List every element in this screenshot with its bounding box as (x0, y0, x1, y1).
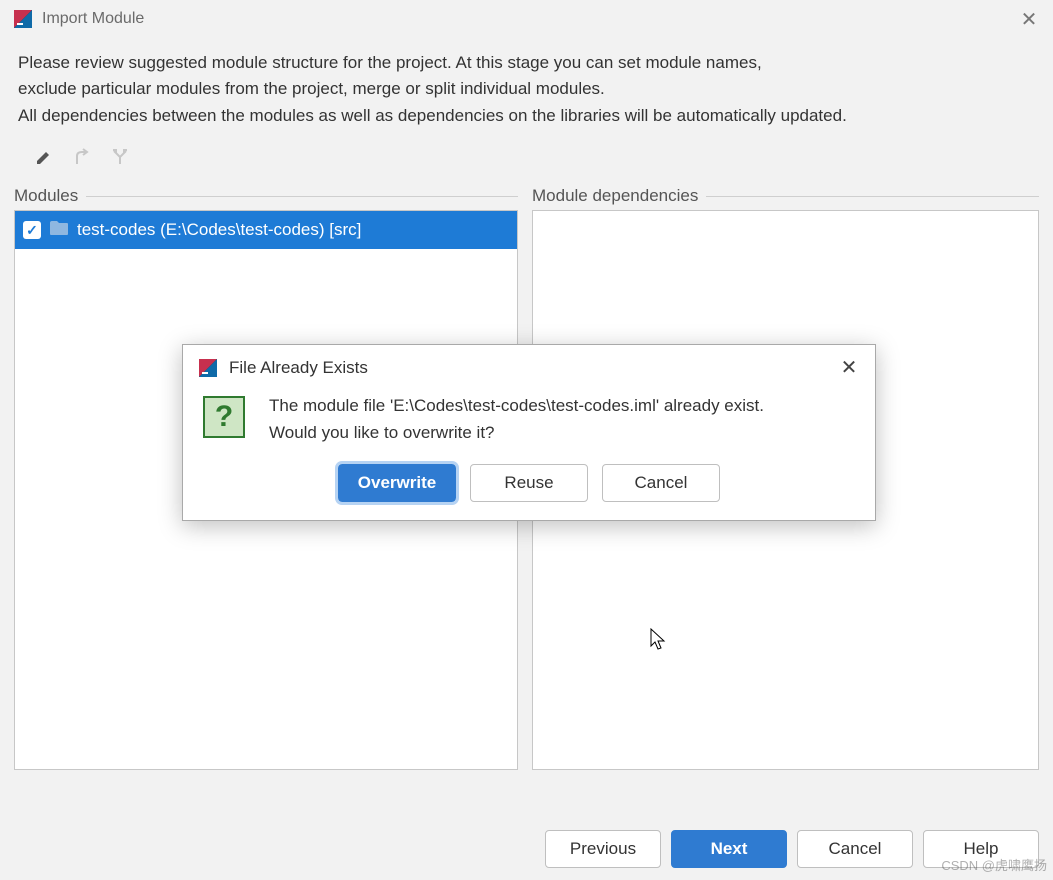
instructions: Please review suggested module structure… (0, 38, 1053, 139)
reuse-button[interactable]: Reuse (470, 464, 588, 502)
dialog-titlebar: File Already Exists ✕ (183, 345, 875, 386)
intellij-icon (12, 8, 34, 30)
cancel-button[interactable]: Cancel (797, 830, 913, 868)
close-icon[interactable]: ✕ (1017, 7, 1041, 32)
divider (86, 196, 518, 197)
edit-icon[interactable] (34, 147, 54, 172)
question-icon: ? (203, 396, 245, 438)
instruction-line: All dependencies between the modules as … (18, 103, 1035, 129)
module-label: test-codes (E:\Codes\test-codes) [src] (77, 220, 361, 240)
watermark: CSDN @虎啸鹰扬 (941, 855, 1047, 874)
titlebar: Import Module ✕ (0, 0, 1053, 38)
dialog-buttons: Overwrite Reuse Cancel (183, 460, 875, 520)
dialog-message-line: The module file 'E:\Codes\test-codes\tes… (269, 392, 764, 419)
overwrite-button[interactable]: Overwrite (338, 464, 456, 502)
modules-header: Modules (14, 186, 518, 210)
dialog-cancel-button[interactable]: Cancel (602, 464, 720, 502)
merge-icon (72, 147, 92, 172)
modules-label: Modules (14, 186, 78, 206)
module-checkbox[interactable]: ✓ (23, 221, 41, 239)
dependencies-label: Module dependencies (532, 186, 698, 206)
dialog-title: File Already Exists (229, 358, 827, 378)
next-button[interactable]: Next (671, 830, 787, 868)
dialog-message-line: Would you like to overwrite it? (269, 419, 764, 446)
toolbar (0, 139, 1053, 176)
dialog-body: ? The module file 'E:\Codes\test-codes\t… (183, 386, 875, 460)
split-icon (110, 147, 130, 172)
dialog-close-icon[interactable]: ✕ (837, 355, 861, 380)
mouse-cursor-icon (650, 628, 668, 657)
previous-button[interactable]: Previous (545, 830, 661, 868)
dialog-message: The module file 'E:\Codes\test-codes\tes… (269, 392, 764, 446)
divider (706, 196, 1039, 197)
intellij-icon (197, 357, 219, 379)
file-exists-dialog: File Already Exists ✕ ? The module file … (182, 344, 876, 521)
instruction-line: Please review suggested module structure… (18, 50, 1035, 76)
instruction-line: exclude particular modules from the proj… (18, 76, 1035, 102)
window-title: Import Module (42, 10, 1017, 28)
module-row[interactable]: ✓ test-codes (E:\Codes\test-codes) [src] (15, 211, 517, 249)
dependencies-header: Module dependencies (532, 186, 1039, 210)
folder-icon (49, 220, 69, 241)
